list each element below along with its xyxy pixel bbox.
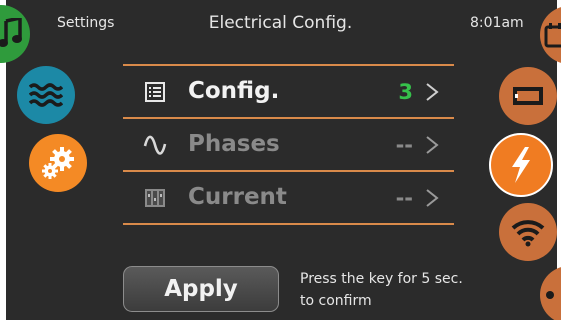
apply-hint: Press the key for 5 sec. to confirm bbox=[300, 268, 463, 312]
gears-icon bbox=[42, 147, 74, 179]
current-row[interactable]: Current -- bbox=[123, 173, 454, 223]
lightning-icon bbox=[512, 147, 530, 183]
right-nav-wifi[interactable] bbox=[499, 203, 557, 261]
right-nav-more[interactable] bbox=[540, 266, 561, 320]
calendar-icon bbox=[544, 23, 561, 48]
list-icon bbox=[145, 82, 165, 102]
right-nav-display[interactable] bbox=[499, 67, 557, 125]
config-row[interactable]: Config. 3 bbox=[123, 67, 454, 117]
dots-icon bbox=[546, 291, 554, 299]
config-value: 3 bbox=[398, 80, 413, 104]
chevron-right-icon bbox=[426, 189, 439, 207]
wifi-icon bbox=[511, 220, 545, 247]
left-nav-water[interactable] bbox=[17, 66, 75, 124]
row-separator bbox=[123, 64, 454, 66]
chevron-right-icon bbox=[426, 83, 439, 101]
sine-wave-icon bbox=[143, 135, 167, 155]
current-value: -- bbox=[395, 186, 413, 210]
display-panel-icon bbox=[513, 87, 543, 105]
apply-hint-line2: to confirm bbox=[300, 293, 372, 309]
config-label: Config. bbox=[188, 78, 280, 104]
apply-hint-line1: Press the key for 5 sec. bbox=[300, 271, 463, 287]
left-nav-settings[interactable] bbox=[29, 134, 87, 192]
screen: Settings Electrical Config. 8:01am Confi… bbox=[0, 0, 561, 320]
phases-label: Phases bbox=[188, 131, 280, 157]
phases-value: -- bbox=[395, 133, 413, 157]
phases-row[interactable]: Phases -- bbox=[123, 120, 454, 170]
row-separator bbox=[123, 170, 454, 172]
row-separator bbox=[123, 223, 454, 225]
chevron-right-icon bbox=[426, 136, 439, 154]
apply-button[interactable]: Apply bbox=[123, 266, 279, 312]
music-note-icon bbox=[0, 18, 22, 47]
clock-time: 8:01am bbox=[470, 15, 524, 31]
current-label: Current bbox=[188, 184, 287, 210]
water-waves-icon bbox=[29, 83, 63, 107]
right-nav-electrical[interactable] bbox=[489, 133, 553, 197]
breaker-icon bbox=[145, 189, 165, 207]
row-separator bbox=[123, 117, 454, 119]
